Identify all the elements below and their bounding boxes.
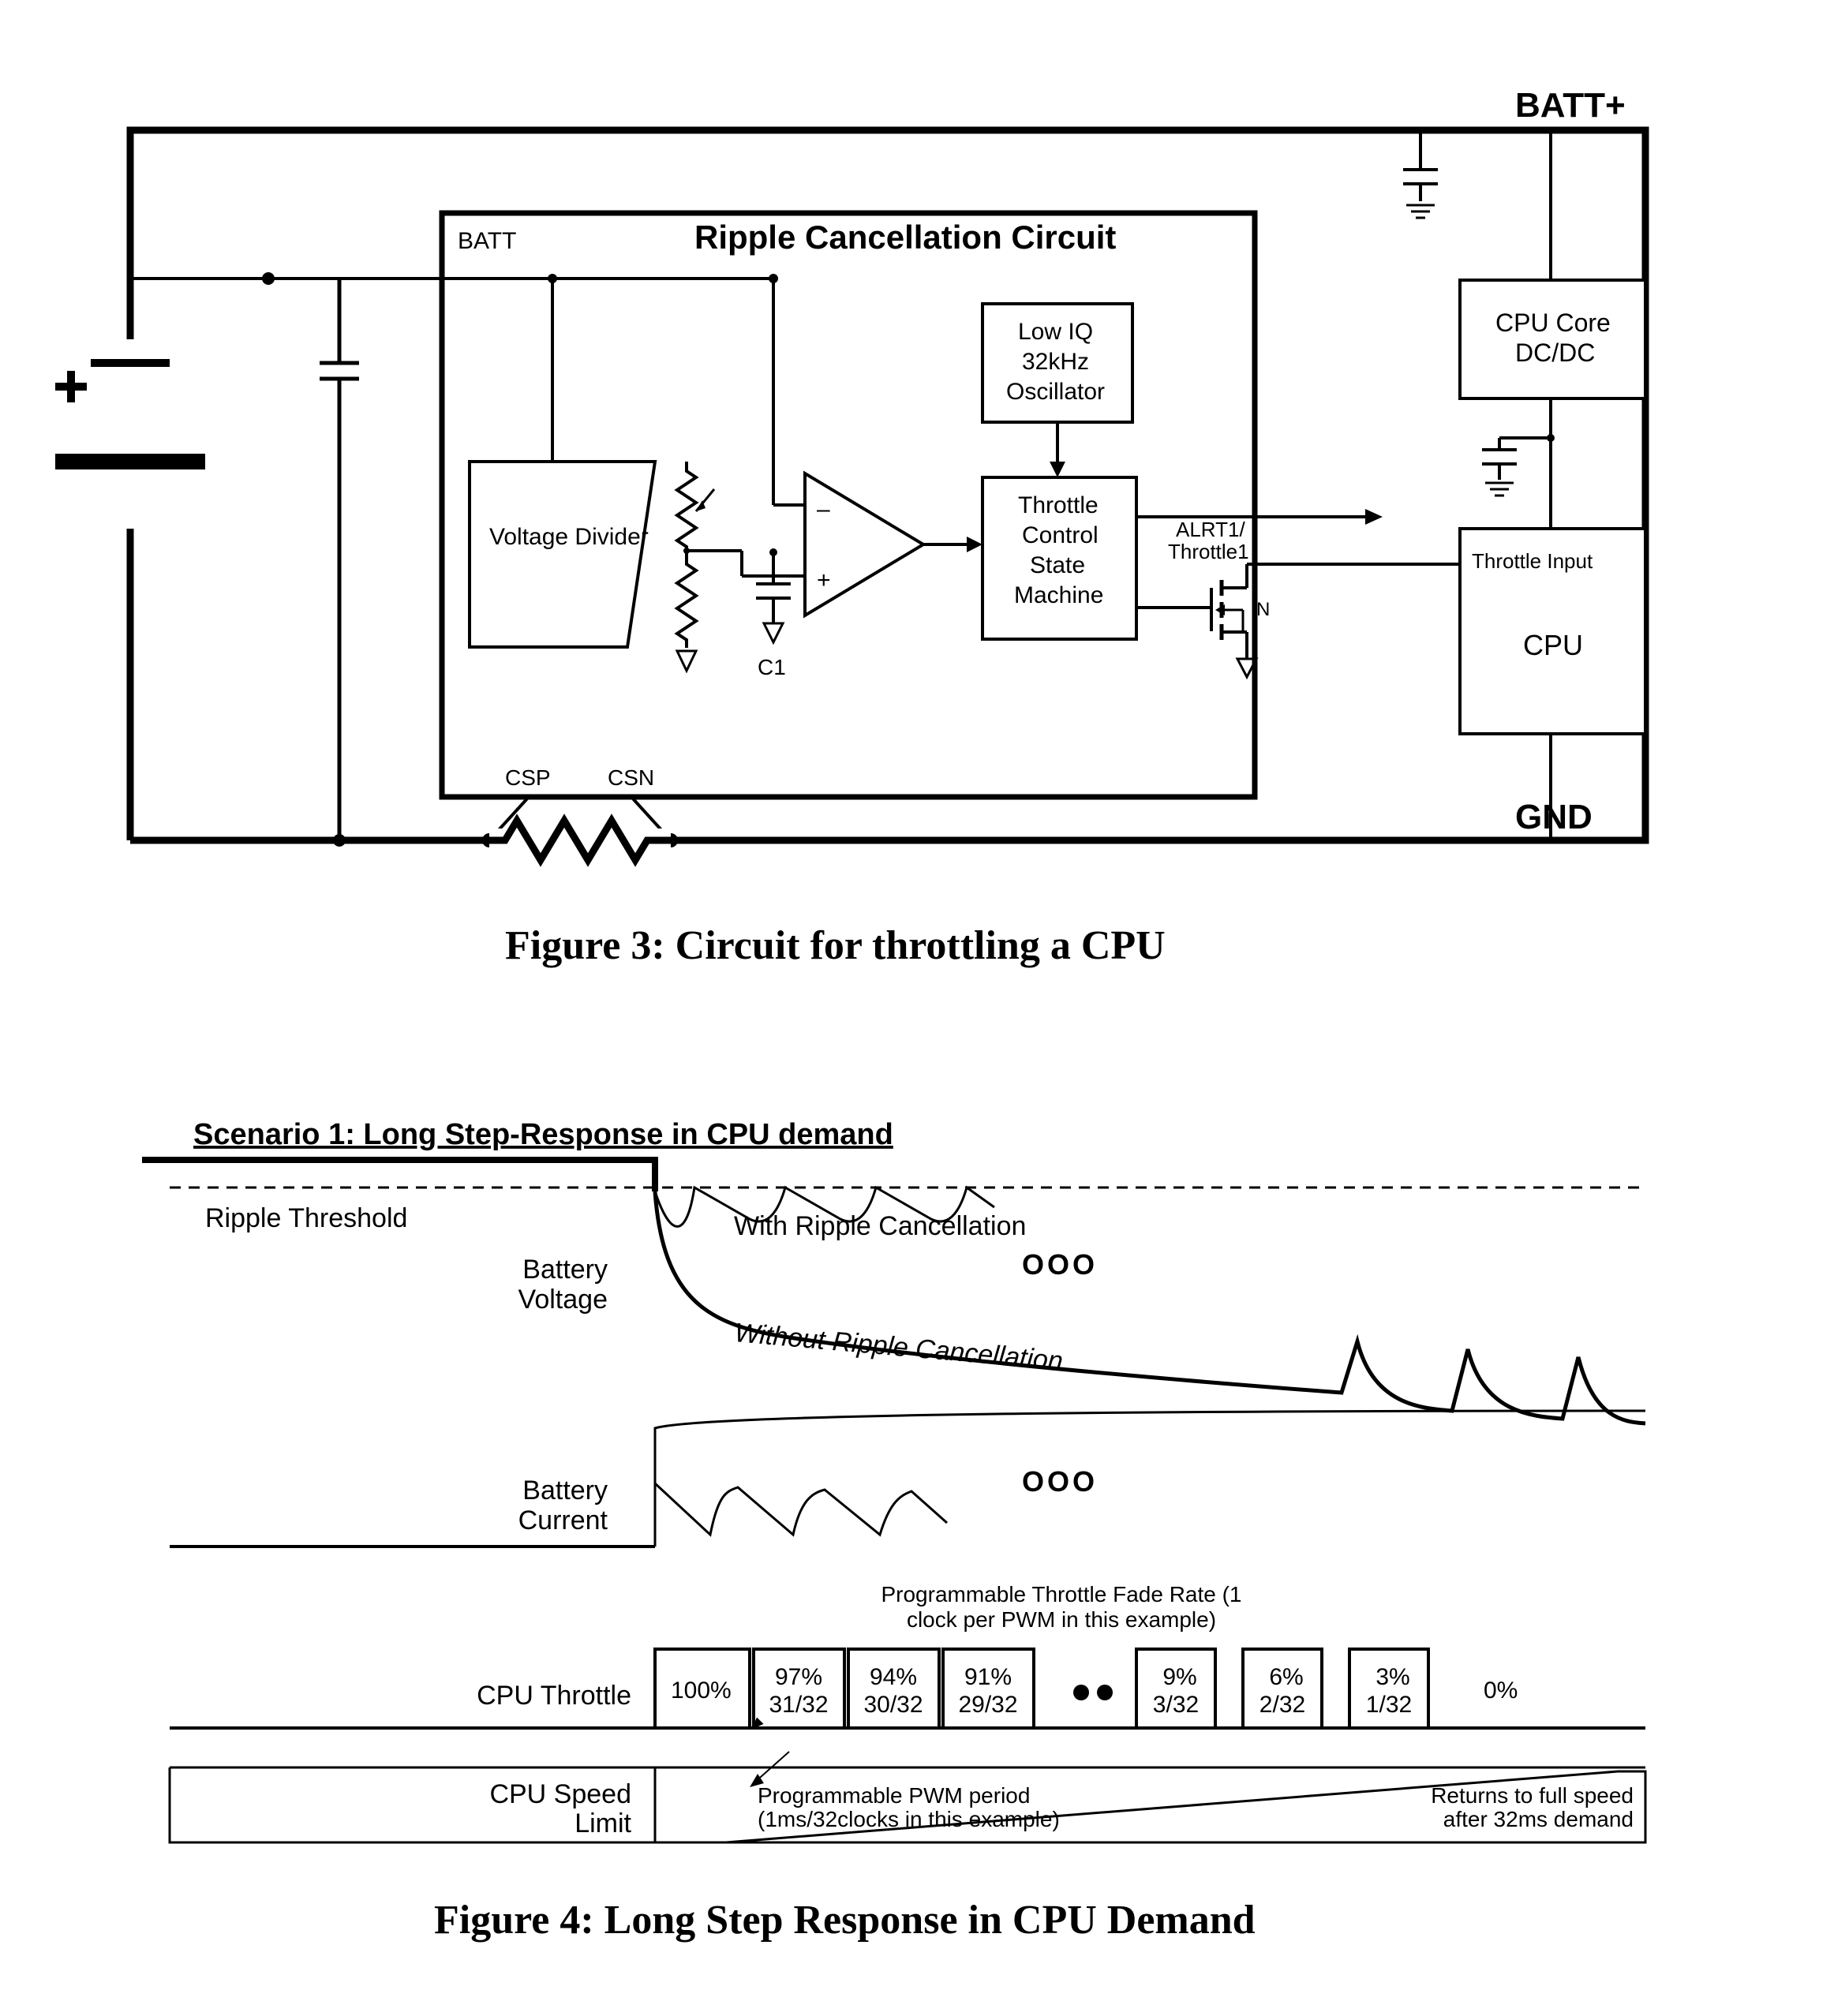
with-rc-label: With Ripple Cancellation: [734, 1211, 1026, 1241]
cap-top-right-icon: [1403, 130, 1438, 218]
svg-text:+: +: [817, 567, 831, 593]
csn-label: CSN: [608, 765, 654, 790]
c1-cap-icon: C1: [756, 552, 791, 679]
batt-pin-label: BATT: [458, 228, 516, 254]
ripple-title: Ripple Cancellation Circuit: [694, 219, 1116, 256]
cap-mid-right-icon: [1482, 434, 1555, 496]
pwm-period-label: Programmable PWM period(1ms/32clocks in …: [758, 1783, 1060, 1831]
throttle-step-0-pct: 100%: [671, 1678, 732, 1704]
figure-3-caption: Figure 3: Circuit for throttling a CPU: [505, 923, 1166, 968]
voltage-divider-label: Voltage Divider: [489, 524, 649, 550]
throttle-input-label: Throttle Input: [1472, 549, 1593, 573]
ooo-2: OOO: [1022, 1465, 1098, 1498]
cpu-label: CPU: [1523, 629, 1583, 661]
scenario-title: Scenario 1: Long Step-Response in CPU de…: [193, 1118, 893, 1151]
throttle-step-1-frac: 31/32: [769, 1692, 828, 1718]
ooo-1: OOO: [1022, 1248, 1098, 1281]
figure-3: BATT+ BATT Ripple Cancellation Circuit V…: [55, 86, 1645, 968]
state-machine-block: ThrottleControlStateMachine: [982, 477, 1136, 639]
returns-label: Returns to full speedafter 32ms demand: [1431, 1783, 1634, 1831]
cap-batt-tap-icon: [320, 279, 359, 840]
state-machine-label: ThrottleControlStateMachine: [1014, 492, 1103, 608]
throttle-step-4-frac: 3/32: [1153, 1692, 1199, 1718]
throttle-step-1-pct: 97%: [775, 1664, 822, 1690]
oscillator-block: Low IQ32kHzOscillator: [982, 304, 1132, 477]
oscillator-label: Low IQ32kHzOscillator: [1006, 319, 1105, 405]
potentiometer-icon: [677, 462, 714, 671]
cpu-throttle-label: CPU Throttle: [477, 1681, 631, 1711]
c1-label: C1: [758, 655, 786, 679]
throttle-step-7-pct: 0%: [1484, 1678, 1518, 1704]
gnd-label: GND: [1515, 798, 1593, 836]
throttle-step-5-pct: 6%: [1269, 1664, 1303, 1690]
battery-current-curve-rc: [655, 1411, 1645, 1547]
mosfet-n-label: N: [1256, 599, 1270, 620]
figure-4-caption: Figure 4: Long Step Response in CPU Dema…: [434, 1898, 1256, 1943]
voltage-divider-block: Voltage Divider: [470, 462, 655, 647]
throttle-step-2-pct: 94%: [870, 1664, 917, 1690]
page: BATT+ BATT Ripple Cancellation Circuit V…: [0, 0, 1834, 2016]
battery-voltage-label: BatteryVoltage: [518, 1255, 608, 1315]
throttle-step-3-pct: 91%: [964, 1664, 1012, 1690]
cpu-core-dcdc-block: CPU CoreDC/DC: [1460, 130, 1645, 529]
ripple-threshold-label: Ripple Threshold: [205, 1203, 407, 1233]
throttle-step-6-pct: 3%: [1376, 1664, 1409, 1690]
throttle-step-5-frac: 2/32: [1259, 1692, 1305, 1718]
alrt-label: ALRT1/Throttle1: [1168, 518, 1249, 563]
without-rc-label: Without Ripple Cancellation: [733, 1318, 1064, 1376]
throttle-step-2-frac: 30/32: [863, 1692, 923, 1718]
throttle-steps: 100% 97% 31/32 94% 30/32 91% 29/32 9% 3/…: [655, 1649, 1645, 1728]
svg-text:–: –: [817, 496, 830, 522]
throttle-step-3-frac: 29/32: [958, 1692, 1017, 1718]
throttle-step-6-frac: 1/32: [1366, 1692, 1412, 1718]
batt-plus-label: BATT+: [1515, 86, 1626, 125]
throttle-step-4-pct: 9%: [1162, 1664, 1196, 1690]
ripple-cancellation-box: [442, 213, 1255, 797]
battery-current-label: BatteryCurrent: [518, 1476, 608, 1535]
cpu-speed-limit-label: CPU SpeedLimit: [489, 1779, 631, 1838]
comparator-icon: – +: [687, 473, 982, 615]
mosfet-icon: N: [1211, 564, 1270, 677]
csp-label: CSP: [505, 765, 551, 790]
cpu-block: Throttle Input CPU: [1460, 529, 1645, 840]
fade-rate-label: Programmable Throttle Fade Rate (1clock …: [881, 1582, 1241, 1632]
battery-symbol: [55, 339, 205, 529]
figure-4: Scenario 1: Long Step-Response in CPU de…: [142, 1118, 1645, 1943]
sense-resistor-icon: [489, 821, 671, 860]
